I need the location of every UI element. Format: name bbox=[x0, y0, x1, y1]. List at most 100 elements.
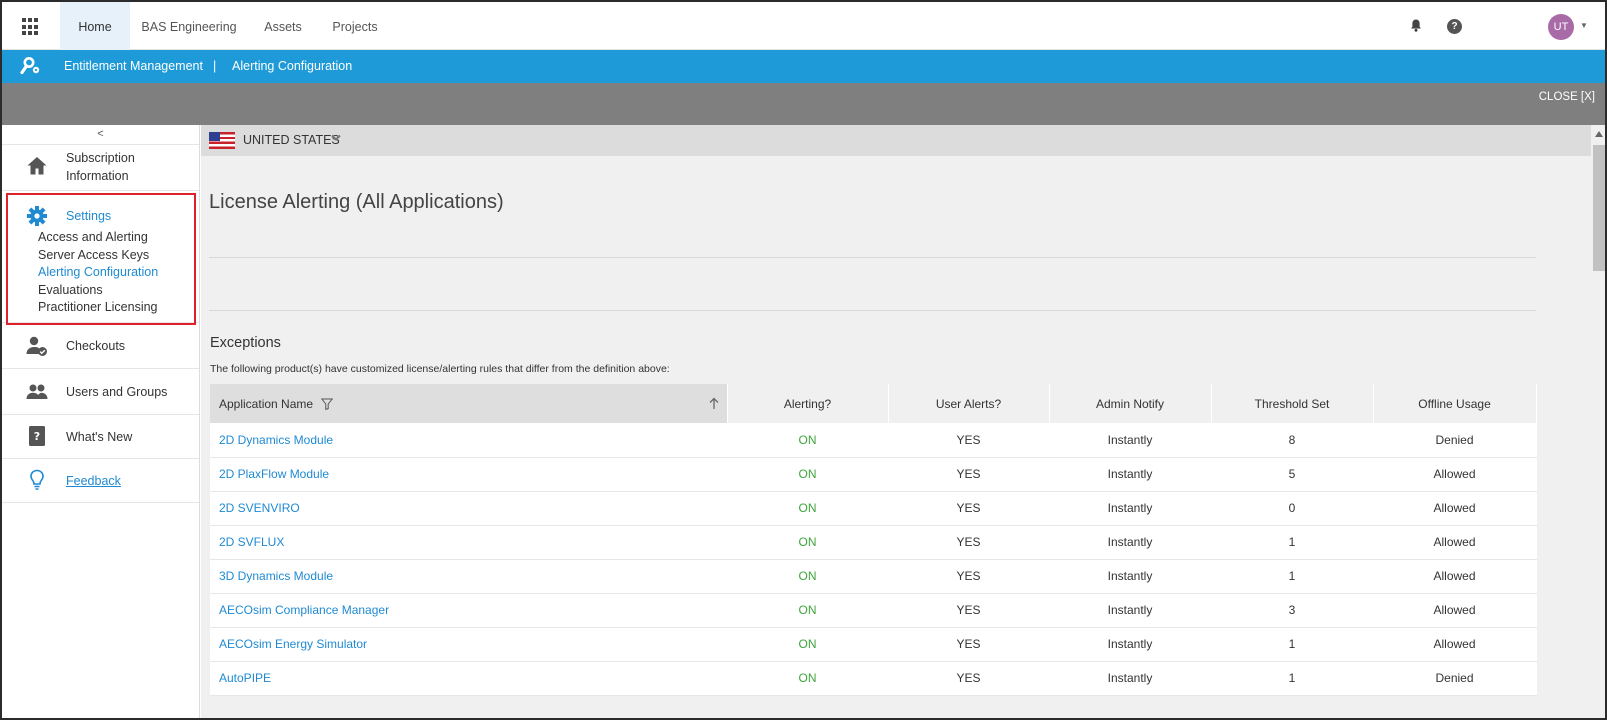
table-row: 2D SVFLUX ON YES Instantly 1 Allowed bbox=[210, 525, 1537, 560]
admin-notify-cell: Instantly bbox=[1049, 423, 1212, 458]
application-link[interactable]: 3D Dynamics Module bbox=[210, 559, 728, 594]
offline-usage-cell: Allowed bbox=[1373, 457, 1537, 492]
offline-usage-cell: Allowed bbox=[1373, 559, 1537, 594]
threshold-cell: 5 bbox=[1211, 457, 1374, 492]
offline-usage-cell: Allowed bbox=[1373, 593, 1537, 628]
threshold-cell: 1 bbox=[1211, 627, 1374, 662]
sidebar-item-subscription-information[interactable]: Subscription Information bbox=[2, 145, 199, 191]
header-admin-notify[interactable]: Admin Notify bbox=[1049, 384, 1212, 423]
scrollbar-thumb[interactable] bbox=[1593, 145, 1605, 271]
table-row: AECOsim Compliance Manager ON YES Instan… bbox=[210, 593, 1537, 628]
table-row: AutoPIPE ON YES Instantly 1 Denied bbox=[210, 661, 1537, 696]
table-row: 2D SVENVIRO ON YES Instantly 0 Allowed bbox=[210, 491, 1537, 526]
admin-notify-cell: Instantly bbox=[1049, 525, 1212, 560]
tab-assets[interactable]: Assets bbox=[252, 2, 314, 50]
application-link[interactable]: AECOsim Energy Simulator bbox=[210, 627, 728, 662]
table-row: 3D Dynamics Module ON YES Instantly 1 Al… bbox=[210, 559, 1537, 594]
breadcrumb-entitlement-management[interactable]: Entitlement Management bbox=[64, 50, 203, 83]
admin-notify-cell: Instantly bbox=[1049, 593, 1212, 628]
settings-highlight-box bbox=[6, 193, 196, 325]
country-label: UNITED STATES bbox=[243, 133, 340, 147]
sidebar-item-whats-new[interactable]: ? What's New bbox=[2, 415, 199, 459]
threshold-cell: 1 bbox=[1211, 559, 1374, 594]
user-alerts-cell: YES bbox=[888, 559, 1050, 594]
application-link[interactable]: AECOsim Compliance Manager bbox=[210, 593, 728, 628]
offline-usage-cell: Allowed bbox=[1373, 491, 1537, 526]
header-offline-usage[interactable]: Offline Usage bbox=[1373, 384, 1537, 423]
us-flag-icon bbox=[209, 132, 235, 149]
tab-projects[interactable]: Projects bbox=[320, 2, 390, 50]
user-alerts-cell: YES bbox=[888, 525, 1050, 560]
panel-header: CLOSE [X] bbox=[2, 83, 1605, 125]
sidebar-item-checkouts[interactable]: Checkouts bbox=[2, 323, 199, 369]
admin-notify-cell: Instantly bbox=[1049, 627, 1212, 662]
app-grid-icon[interactable] bbox=[22, 18, 40, 36]
sidebar-item-label: Checkouts bbox=[66, 339, 126, 353]
alerting-cell: ON bbox=[727, 559, 889, 594]
user-alerts-cell: YES bbox=[888, 423, 1050, 458]
sidebar-item-label: What's New bbox=[66, 430, 133, 444]
chevron-down-icon[interactable] bbox=[331, 134, 341, 142]
header-alerting[interactable]: Alerting? bbox=[727, 384, 889, 423]
sort-ascending-icon[interactable] bbox=[709, 397, 719, 410]
top-navigation: Home BAS Engineering Assets Projects ? U… bbox=[2, 2, 1605, 50]
offline-usage-cell: Allowed bbox=[1373, 627, 1537, 662]
user-alerts-cell: YES bbox=[888, 593, 1050, 628]
close-button[interactable]: CLOSE [X] bbox=[1539, 91, 1595, 103]
application-link[interactable]: 2D PlaxFlow Module bbox=[210, 457, 728, 492]
table-row: AECOsim Energy Simulator ON YES Instantl… bbox=[210, 627, 1537, 662]
exceptions-description: The following product(s) have customized… bbox=[210, 363, 670, 375]
svg-text:?: ? bbox=[34, 430, 40, 443]
sidebar-item-users-and-groups[interactable]: Users and Groups bbox=[2, 369, 199, 415]
country-selector[interactable]: UNITED STATES bbox=[201, 125, 1591, 156]
application-link[interactable]: 2D SVFLUX bbox=[210, 525, 728, 560]
header-application-name[interactable]: Application Name bbox=[210, 384, 728, 423]
alerting-cell: ON bbox=[727, 661, 889, 696]
user-alerts-cell: YES bbox=[888, 627, 1050, 662]
scroll-up-arrow-icon[interactable] bbox=[1595, 131, 1603, 137]
alerting-cell: ON bbox=[727, 491, 889, 526]
filter-icon[interactable] bbox=[321, 398, 334, 411]
app-window: Home BAS Engineering Assets Projects ? U… bbox=[0, 0, 1607, 720]
tab-home[interactable]: Home bbox=[60, 2, 130, 50]
page-title: License Alerting (All Applications) bbox=[209, 191, 504, 213]
divider bbox=[209, 310, 1536, 311]
sidebar: < Subscription Information Settings Acce… bbox=[2, 125, 200, 718]
application-link[interactable]: 2D Dynamics Module bbox=[210, 423, 728, 458]
breadcrumb-alerting-configuration: Alerting Configuration bbox=[232, 59, 353, 73]
vertical-scrollbar[interactable] bbox=[1591, 125, 1605, 718]
threshold-cell: 0 bbox=[1211, 491, 1374, 526]
alerting-cell: ON bbox=[727, 627, 889, 662]
home-icon bbox=[27, 157, 47, 175]
exceptions-table: Application Name Alerting? User Alerts? … bbox=[210, 384, 1537, 696]
divider bbox=[209, 257, 1536, 258]
main-content: UNITED STATES License Alerting (All Appl… bbox=[201, 125, 1591, 718]
sidebar-collapse-button[interactable]: < bbox=[2, 125, 199, 145]
threshold-cell: 1 bbox=[1211, 661, 1374, 696]
alerting-cell: ON bbox=[727, 525, 889, 560]
help-icon[interactable]: ? bbox=[1447, 19, 1462, 34]
alerting-cell: ON bbox=[727, 593, 889, 628]
header-user-alerts[interactable]: User Alerts? bbox=[888, 384, 1050, 423]
table-header-row: Application Name Alerting? User Alerts? … bbox=[210, 384, 1537, 423]
chevron-down-icon[interactable]: ▼ bbox=[1580, 21, 1588, 30]
header-label: Application Name bbox=[219, 396, 314, 411]
application-link[interactable]: AutoPIPE bbox=[210, 661, 728, 696]
user-alerts-cell: YES bbox=[888, 661, 1050, 696]
threshold-cell: 3 bbox=[1211, 593, 1374, 628]
admin-notify-cell: Instantly bbox=[1049, 457, 1212, 492]
header-threshold-set[interactable]: Threshold Set bbox=[1211, 384, 1374, 423]
offline-usage-cell: Denied bbox=[1373, 661, 1537, 696]
users-icon bbox=[26, 384, 48, 399]
offline-usage-cell: Denied bbox=[1373, 423, 1537, 458]
avatar[interactable]: UT bbox=[1548, 14, 1574, 40]
sidebar-item-label: Subscription Information bbox=[66, 151, 135, 183]
application-link[interactable]: 2D SVENVIRO bbox=[210, 491, 728, 526]
lightbulb-icon bbox=[30, 469, 44, 490]
feedback-link[interactable]: Feedback bbox=[66, 472, 121, 490]
bell-icon[interactable] bbox=[1410, 19, 1422, 32]
tab-bas-engineering[interactable]: BAS Engineering bbox=[134, 2, 244, 50]
sidebar-item-feedback[interactable]: Feedback bbox=[2, 459, 199, 503]
tools-icon bbox=[20, 57, 40, 75]
admin-notify-cell: Instantly bbox=[1049, 661, 1212, 696]
